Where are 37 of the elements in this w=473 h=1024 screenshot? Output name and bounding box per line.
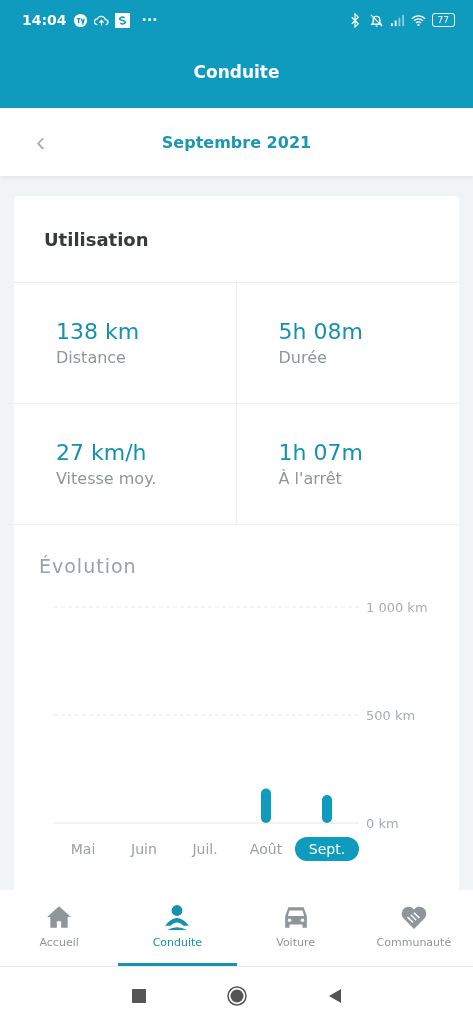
month-label[interactable]: Août: [249, 841, 283, 857]
section-title: Évolution: [38, 554, 138, 577]
screen-title: Conduite: [193, 61, 280, 84]
stat-label: Durée: [278, 348, 328, 367]
heart-hands-icon: [400, 904, 427, 930]
card-title: Utilisation: [14, 196, 459, 283]
stat-value: 1h 07m: [278, 440, 364, 465]
stat-value: 27 km/h: [56, 440, 148, 465]
stat-value: 138 km: [56, 319, 141, 344]
axis-label: 500 km: [366, 708, 416, 723]
bar: [322, 794, 332, 823]
tv-icon: [72, 12, 88, 28]
selected-month-pill[interactable]: Sept.: [295, 837, 359, 861]
battery-indicator: 77: [431, 13, 455, 27]
month-label[interactable]: Juin: [131, 841, 157, 857]
axis-label: 0 km: [366, 816, 399, 831]
car-icon: [282, 904, 309, 930]
home-icon: [46, 904, 73, 930]
stat-label: À l'arrêt: [278, 469, 343, 488]
month-label[interactable]: Juil.: [192, 841, 218, 857]
bar: [261, 788, 271, 823]
status-time: 14:04: [22, 12, 67, 28]
wifi-icon: [410, 12, 426, 28]
previous-month-button[interactable]: ‹: [32, 127, 50, 157]
axis-label: 1 000 km: [366, 600, 428, 615]
month-label[interactable]: Mai: [70, 841, 96, 857]
bell-off-icon: [368, 12, 384, 28]
month-title: Septembre 2021: [161, 132, 312, 152]
x-tick-label: Sept.: [308, 841, 346, 857]
stat-label: Distance: [56, 348, 127, 367]
more-notifications: ···: [141, 12, 158, 28]
driver-icon: [164, 904, 191, 930]
stat-value: 5h 08m: [278, 319, 364, 344]
stat-label: Vitesse moy.: [56, 469, 158, 488]
home-button[interactable]: [226, 985, 247, 1006]
app-square-icon: [114, 12, 130, 28]
signal-icon: [389, 12, 405, 28]
